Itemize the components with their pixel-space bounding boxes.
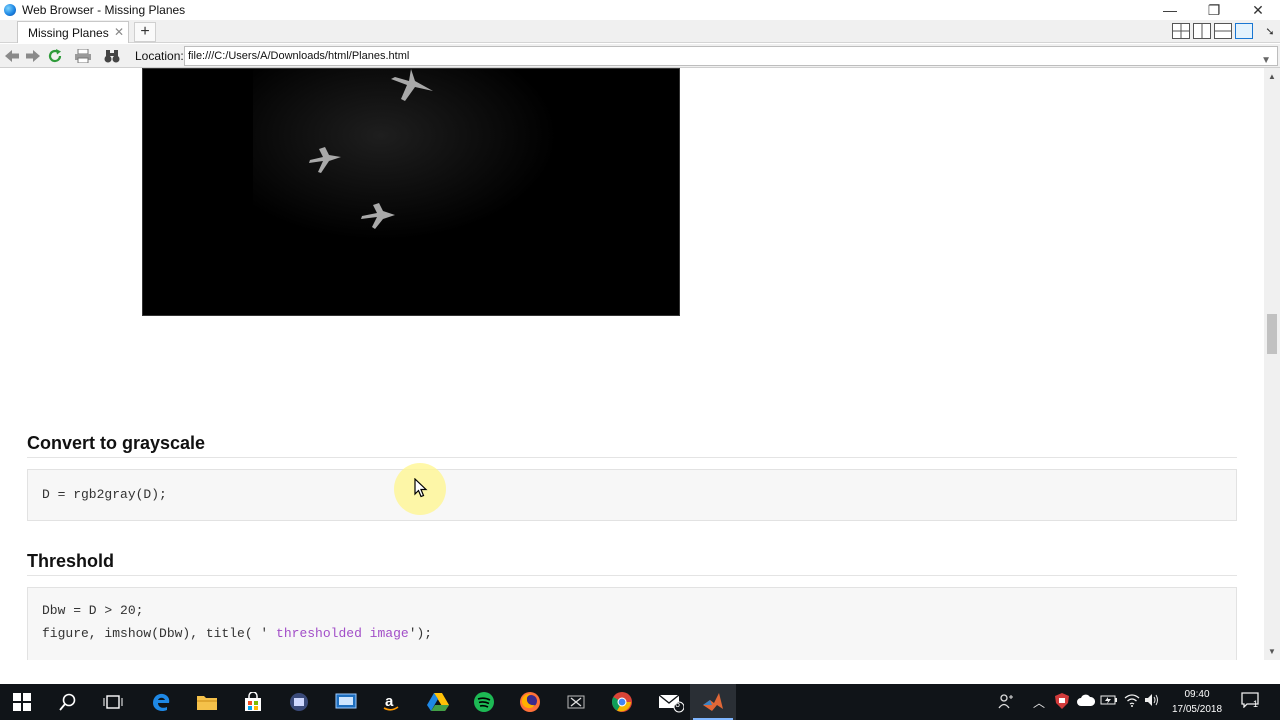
minimize-button[interactable]: — — [1148, 0, 1192, 20]
remote-desktop-icon[interactable] — [334, 690, 358, 714]
mail-badge: 6 — [675, 699, 681, 709]
svg-text:a: a — [385, 693, 394, 710]
layout-grid-icon[interactable] — [1172, 23, 1190, 39]
start-windows-icon[interactable] — [10, 690, 34, 714]
matlab-icon[interactable] — [701, 690, 725, 714]
refresh-icon[interactable] — [47, 48, 63, 64]
location-url: file:///C:/Users/A/Downloads/html/Planes… — [188, 50, 410, 62]
section-title-threshold: Threshold — [27, 551, 115, 571]
browser-globe-icon — [4, 4, 16, 16]
window-titlebar: Web Browser - Missing Planes — ❐ ✕ — [0, 0, 1280, 20]
mouse-pointer-icon — [414, 478, 428, 498]
section-divider — [27, 575, 1237, 576]
code-block-grayscale: D = rgb2gray(D); — [27, 469, 1237, 521]
window-title: Web Browser - Missing Planes — [22, 3, 186, 17]
task-view-icon[interactable] — [101, 690, 125, 714]
planes-figure-image — [142, 68, 680, 316]
windows-taskbar: a 6 ︿ 09:40 17/05/2018 1 — [0, 684, 1280, 720]
clock-time: 09:40 — [1184, 689, 1210, 700]
page-content: Convert to grayscale D = rgb2gray(D); Th… — [0, 68, 1264, 660]
security-shield-icon[interactable] — [1055, 693, 1069, 712]
code-text: '); — [408, 626, 433, 641]
tab-missing-planes[interactable]: Missing Planes ✕ — [17, 21, 129, 43]
amazon-icon[interactable]: a — [379, 690, 403, 714]
app-circle-icon[interactable] — [287, 690, 311, 714]
layout-columns-icon[interactable] — [1193, 23, 1211, 39]
spotify-icon[interactable] — [472, 690, 496, 714]
scroll-down-icon[interactable]: ▼ — [1268, 647, 1276, 656]
print-icon[interactable] — [75, 48, 91, 64]
new-tab-button[interactable]: + — [134, 22, 156, 42]
search-icon[interactable] — [56, 690, 80, 714]
notifications-icon[interactable]: 1 — [1241, 692, 1259, 711]
location-field[interactable]: file:///C:/Users/A/Downloads/html/Planes… — [184, 46, 1278, 66]
restore-button[interactable]: ❐ — [1192, 0, 1236, 20]
volume-speaker-icon[interactable] — [1144, 693, 1160, 710]
code-line: D = rgb2gray(D); — [42, 487, 167, 502]
people-icon[interactable] — [998, 693, 1014, 712]
edge-browser-icon[interactable] — [149, 690, 173, 714]
file-explorer-icon[interactable] — [195, 690, 219, 714]
close-tab-icon[interactable]: ✕ — [114, 25, 124, 39]
show-hidden-icons-chevron-icon[interactable]: ︿ — [1033, 694, 1045, 711]
chrome-icon[interactable] — [610, 690, 634, 714]
back-icon[interactable] — [4, 48, 20, 64]
onedrive-cloud-icon[interactable] — [1077, 694, 1096, 709]
snipping-tool-icon[interactable] — [564, 690, 588, 714]
navigation-toolbar: Location: file:///C:/Users/A/Downloads/h… — [0, 44, 1280, 68]
forward-icon[interactable] — [25, 48, 41, 64]
battery-power-icon[interactable] — [1100, 694, 1118, 709]
notification-badge: 1 — [1253, 699, 1259, 709]
mail-icon[interactable]: 6 — [656, 690, 686, 714]
find-binoculars-icon[interactable] — [104, 48, 120, 64]
tab-menu-icon[interactable]: ➘ — [1262, 23, 1278, 39]
close-window-button[interactable]: ✕ — [1236, 0, 1280, 20]
code-text: figure, imshow(Dbw), title( ' — [42, 626, 269, 641]
layout-single-icon[interactable] — [1235, 23, 1253, 39]
scroll-thumb[interactable] — [1267, 314, 1277, 354]
tab-label: Missing Planes — [28, 25, 109, 40]
code-block-threshold: Dbw = D > 20; figure, imshow(Dbw), title… — [27, 587, 1237, 660]
section-title-grayscale: Convert to grayscale — [27, 433, 206, 453]
clock-date: 17/05/2018 — [1171, 704, 1223, 715]
code-line: Dbw = D > 20; — [42, 603, 144, 618]
code-string-literal: thresholded image — [268, 626, 409, 641]
layout-rows-icon[interactable] — [1214, 23, 1232, 39]
store-bag-icon[interactable] — [241, 690, 265, 714]
code-line: figure, imshow(Dbw), title( ' thresholde… — [42, 622, 1236, 645]
wifi-icon[interactable] — [1124, 693, 1140, 710]
firefox-icon[interactable] — [518, 690, 542, 714]
tab-bar: Missing Planes ✕ + ➘ — [0, 20, 1280, 43]
location-label: Location: — [135, 49, 184, 63]
vertical-scrollbar[interactable]: ▲ ▼ — [1264, 68, 1280, 660]
scroll-up-icon[interactable]: ▲ — [1268, 72, 1276, 81]
section-divider — [27, 457, 1237, 458]
google-drive-icon[interactable] — [426, 690, 450, 714]
system-clock[interactable]: 09:40 17/05/2018 — [1166, 687, 1228, 717]
